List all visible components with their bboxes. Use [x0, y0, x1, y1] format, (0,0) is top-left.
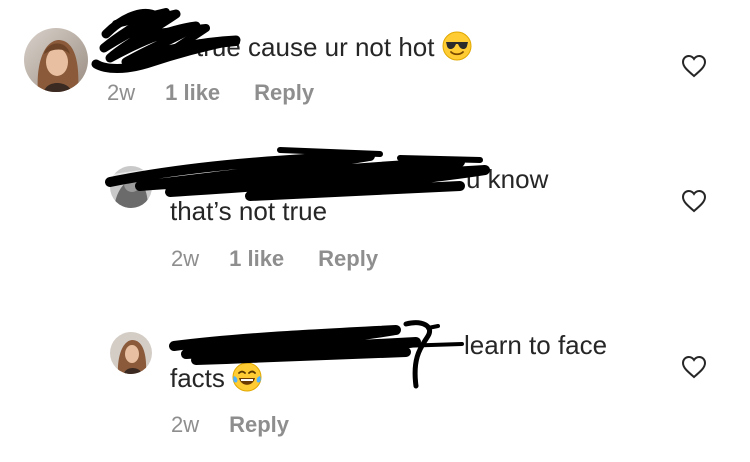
timestamp: 2w	[171, 412, 200, 437]
comment-meta: 2w 1 like Reply	[107, 80, 314, 106]
likes-count[interactable]: 1 like	[229, 246, 284, 272]
like-heart-icon[interactable]	[681, 54, 707, 78]
comment-meta: 2w 1 like Reply	[171, 246, 378, 272]
reply-button[interactable]: Reply	[229, 412, 289, 438]
avatar[interactable]	[110, 332, 152, 374]
sunglasses-emoji-icon	[442, 31, 472, 61]
timestamp: 2w	[171, 246, 200, 271]
comment-meta: 2w Reply	[171, 412, 289, 438]
tears-of-joy-emoji-icon	[232, 362, 262, 392]
likes-count[interactable]: 1 like	[165, 80, 220, 106]
avatar[interactable]	[110, 166, 152, 208]
comment-text-continued: facts	[170, 362, 262, 393]
like-heart-icon[interactable]	[681, 355, 707, 379]
like-heart-icon[interactable]	[681, 189, 707, 213]
avatar[interactable]	[24, 28, 88, 92]
comment-text: true cause ur not hot	[196, 31, 472, 62]
reply-button[interactable]: Reply	[318, 246, 378, 272]
timestamp: 2w	[107, 80, 136, 105]
reply-button[interactable]: Reply	[254, 80, 314, 106]
comment-text-continued: that’s not true	[170, 196, 328, 226]
comment-text: u know	[466, 164, 549, 194]
comment-text: learn to face	[464, 330, 608, 360]
